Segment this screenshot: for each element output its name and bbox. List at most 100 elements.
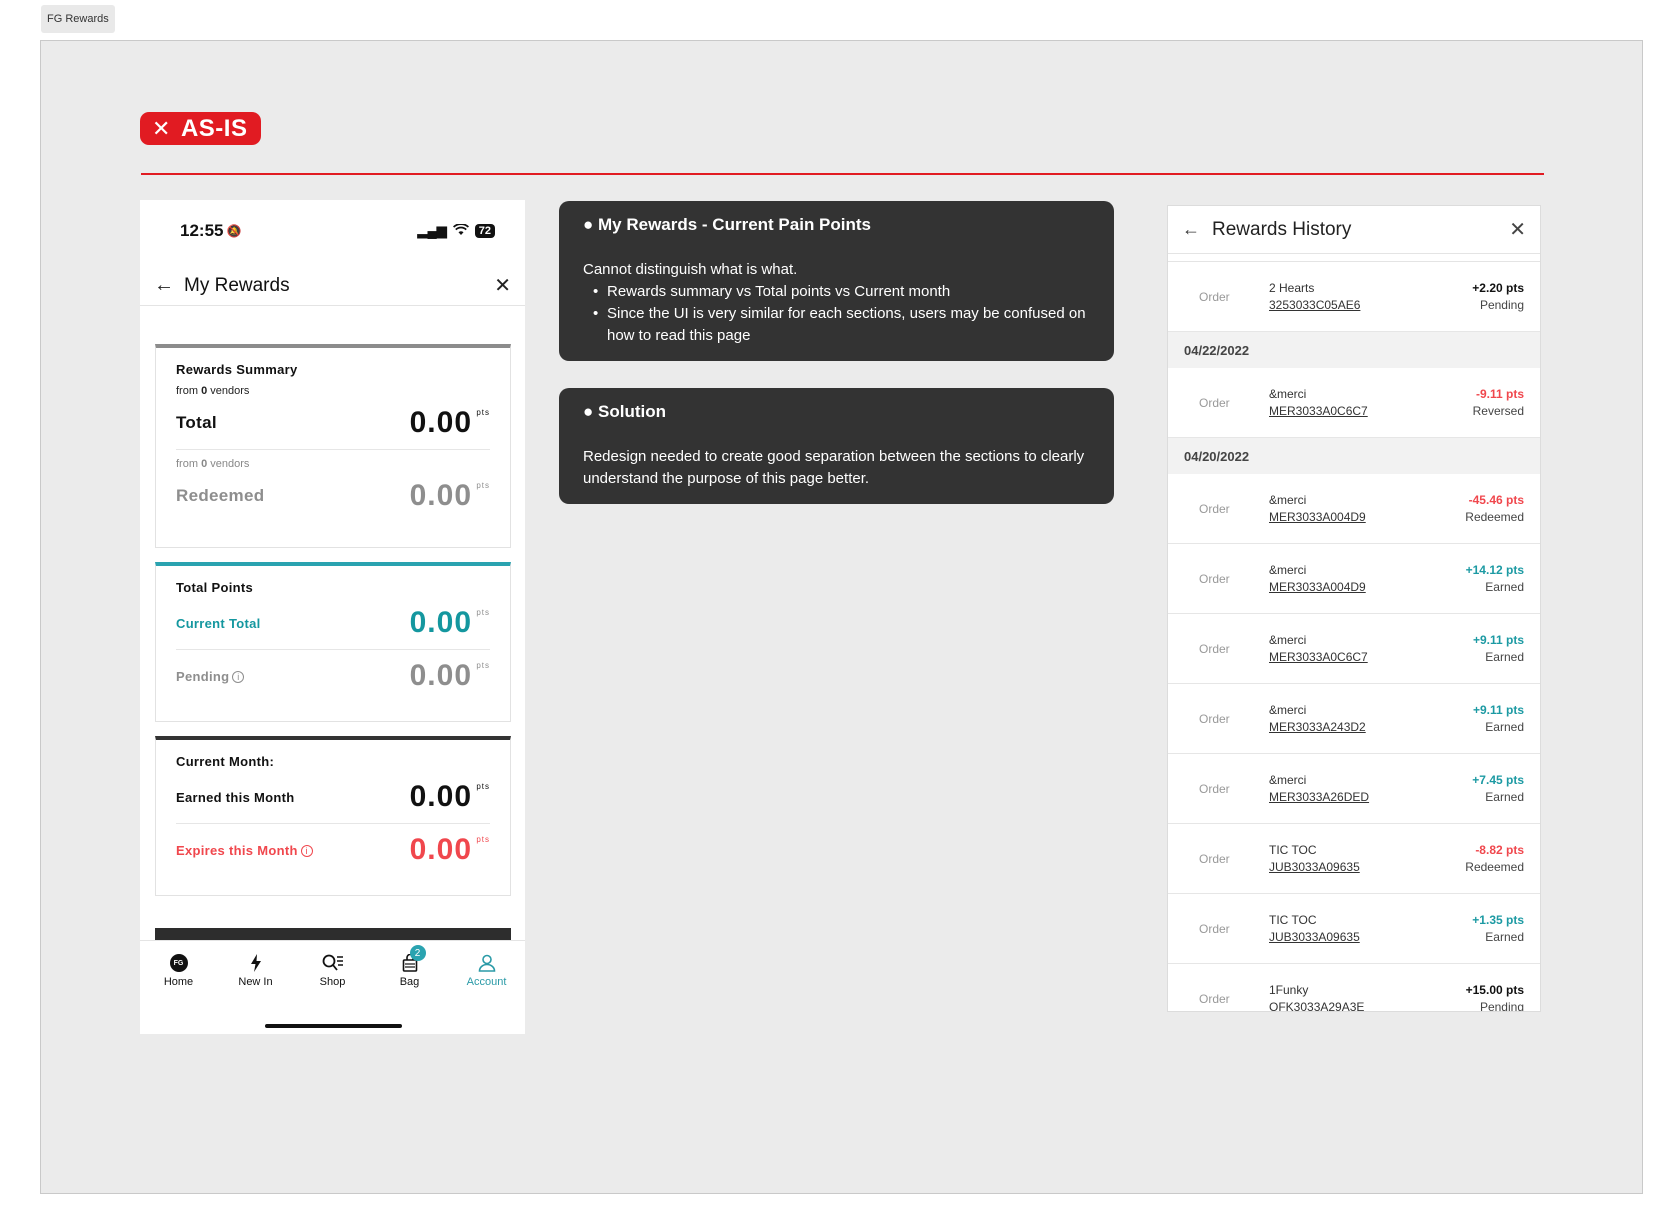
bag-count-badge: 2 [409,945,426,961]
entry-type: Order [1199,289,1230,304]
entry-type: Order [1199,641,1230,656]
vendor-count: from 0 vendors [176,385,250,397]
total-value: 0.00 pts [409,406,490,439]
points-amount: +14.12 pts [1465,563,1524,577]
current-month-card: Current Month: Earned this Month 0.00 pts… [155,736,511,896]
battery-icon: 72 [474,224,495,238]
solution-note: ● Solution Redesign needed to create goo… [559,388,1114,504]
status-text: Reversed [1472,404,1524,418]
info-icon[interactable]: i [300,845,313,858]
rewards-summary-heading: Rewards Summary [176,362,298,377]
order-link[interactable]: MER3033A0C6C7 [1269,650,1473,664]
pain-points-list: Rewards summary vs Total points vs Curre… [583,281,1090,347]
pending-label: Pending i [176,669,245,684]
rewards-summary-card: Rewards Summary from 0 vendors Total 0.0… [155,344,511,548]
vendor-name: &merci [1269,703,1307,717]
divider [176,449,490,450]
tab-new-in[interactable]: New In [217,941,294,1000]
entry-type: Order [1199,991,1230,1006]
pending-row: Pending i 0.00 pts [176,650,490,702]
frame-label: FG Rewards [41,5,115,33]
tab-account[interactable]: Account [448,941,525,1000]
section-divider [141,173,1544,175]
points-amount: +7.45 pts [1472,773,1524,787]
list-item: Order &merci MER3033A26DED +7.45 pts Earned [1168,754,1540,824]
page-title: Rewards History [1212,218,1352,240]
order-link[interactable]: MER3033A243D2 [1269,720,1473,734]
status-text: Pending [1479,298,1524,312]
earned-month-value: 0.00 pts [409,780,490,813]
points-amount: +1.35 pts [1472,913,1524,927]
next-section-edge [155,928,511,940]
expires-month-label: Expires this Month i [176,843,313,858]
status-text: Earned [1485,790,1524,804]
vendor-name: &merci [1269,493,1307,507]
total-points-heading: Total Points [176,580,254,595]
redeemed-value: 0.00 pts [409,479,490,512]
order-link[interactable]: 3253033C05AE6 [1269,298,1472,312]
entry-type: Order [1199,851,1230,866]
bottom-tab-bar: FG Home New In Shop 2 Bag Account [140,940,525,1000]
list-item: Order &merci MER3033A004D9 +14.12 pts Earned [1168,544,1540,614]
list-item: Rewards summary vs Total points vs Curre… [593,281,1090,303]
tab-shop[interactable]: Shop [294,941,371,1000]
vendor-name: 2 Hearts [1269,281,1315,295]
status-text: Earned [1485,720,1524,734]
my-rewards-screen: 12:55 🔕 ▂▄▆ 72 ← My Rewards ✕ Rewards Su… [140,200,525,1034]
order-link[interactable]: MER3033A0C6C7 [1269,404,1473,418]
status-text: Redeemed [1465,510,1524,524]
order-link[interactable]: OFK3033A29A3E [1269,1000,1466,1011]
status-text: Redeemed [1465,860,1524,874]
points-amount: -45.46 pts [1468,493,1524,507]
pain-points-title: My Rewards - Current Pain Points [598,215,871,234]
info-icon[interactable]: i [232,671,245,684]
vendor-name: TIC TOC [1269,843,1317,857]
tab-home[interactable]: FG Home [140,941,217,1000]
current-month-heading: Current Month: [176,754,275,769]
status-bar: 12:55 🔕 ▂▄▆ 72 [180,220,495,242]
total-label: Total [176,413,217,432]
points-amount: +9.11 pts [1472,633,1524,647]
entry-type: Order [1199,711,1230,726]
status-text: Earned [1485,650,1524,664]
back-arrow-icon[interactable]: ← [154,274,184,297]
order-link[interactable]: JUB3033A09635 [1269,930,1472,944]
order-link[interactable]: MER3033A004D9 [1269,510,1465,524]
list-item: Since the UI is very similar for each se… [593,303,1090,347]
total-row: Total 0.00 pts [176,397,490,449]
page-title: My Rewards [184,274,290,296]
order-link[interactable]: MER3033A26DED [1269,790,1472,804]
pending-value: 0.00 pts [409,659,490,692]
status-text: Earned [1485,930,1524,944]
redeemed-vendor-count: from 0 vendors [176,458,250,470]
earned-month-label: Earned this Month [176,789,295,805]
points-amount: +2.20 pts [1472,281,1524,295]
home-indicator [265,1024,402,1028]
current-total-row: Current Total 0.00 pts [176,597,490,649]
user-icon [478,953,496,973]
pain-points-intro: Cannot distinguish what is what. [583,261,798,278]
status-text: Earned [1485,580,1524,594]
app-bar: ← My Rewards ✕ [140,266,525,306]
entry-type: Order [1199,571,1230,586]
vendor-name: 1Funky [1269,983,1309,997]
close-icon: ✕ [152,115,171,141]
order-link[interactable]: MER3033A004D9 [1269,580,1466,594]
tab-bag[interactable]: 2 Bag [371,941,448,1000]
close-icon[interactable]: ✕ [494,273,511,298]
vendor-name: &merci [1269,387,1307,401]
back-arrow-icon[interactable]: ← [1182,219,1212,240]
wifi-icon [452,222,469,239]
app-bar: ← Rewards History ✕ [1168,206,1540,254]
redeemed-row: Redeemed 0.00 pts [176,470,490,522]
rewards-history-screen: ← Rewards History ✕ Order 2 Hearts 3253033… [1167,205,1541,1012]
points-amount: -8.82 pts [1475,843,1524,857]
order-link[interactable]: JUB3033A09635 [1269,860,1465,874]
vendor-name: &merci [1269,563,1307,577]
signal-icon: ▂▄▆ [417,223,447,238]
list-item: Order &merci MER3033A243D2 +9.11 pts Earned [1168,684,1540,754]
close-icon[interactable]: ✕ [1509,217,1526,242]
bell-muted-icon: 🔕 [226,224,242,238]
total-points-card: Total Points Current Total 0.00 pts Pendi… [155,562,511,722]
history-list: Order 2 Hearts 3253033C05AE6 +2.20 pts Pendi… [1168,261,1540,1011]
